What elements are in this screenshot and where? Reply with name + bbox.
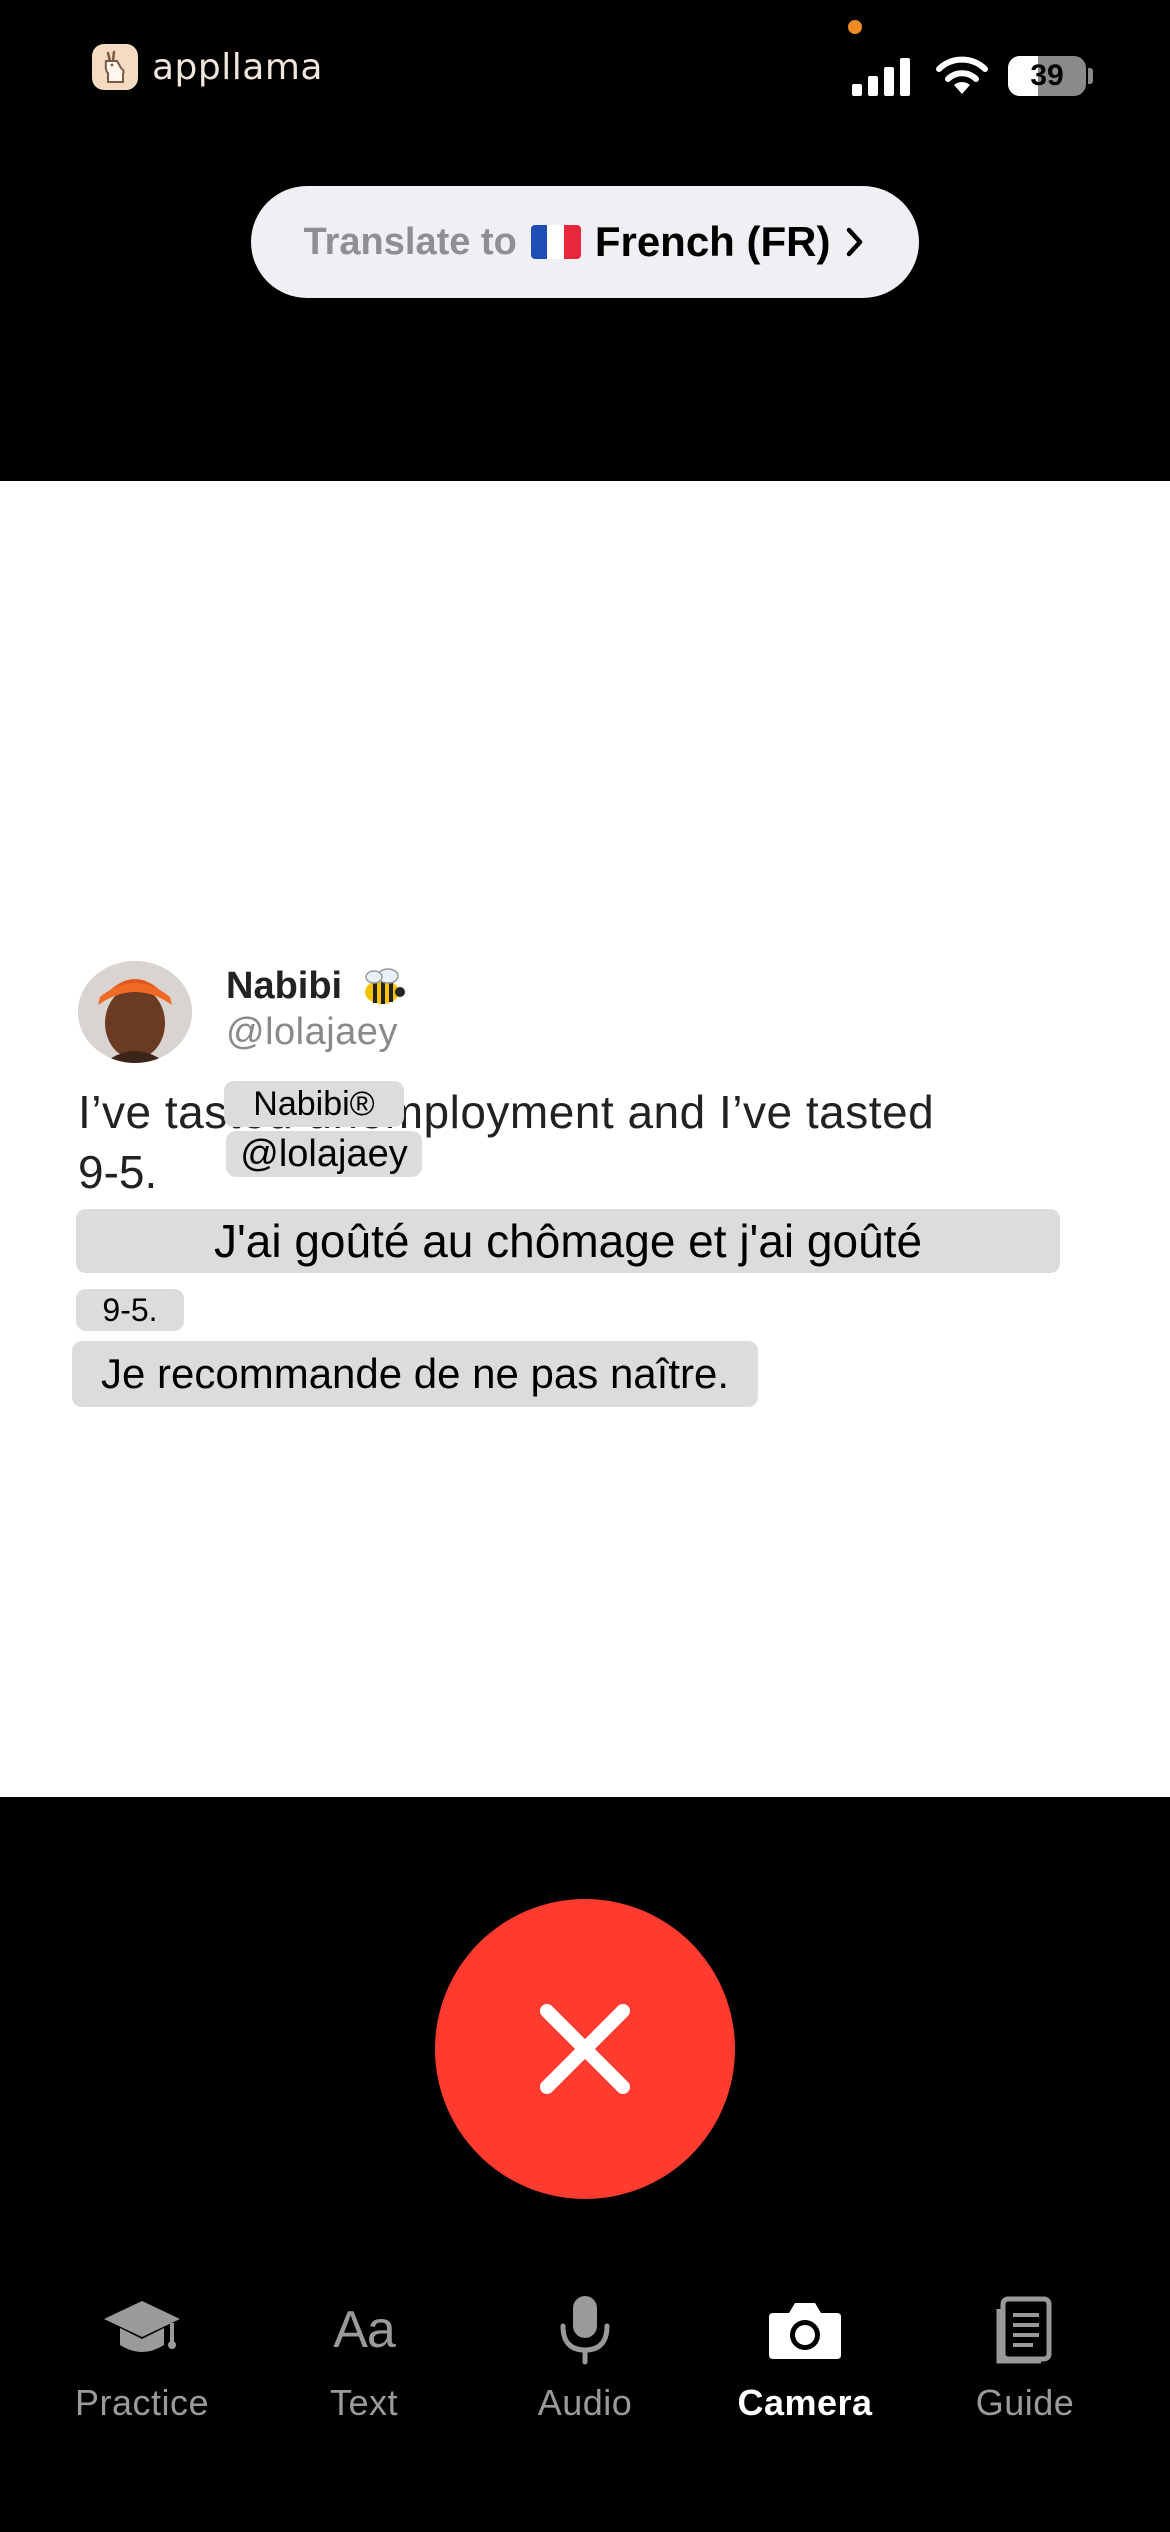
battery-percent: 39 [1030,59,1064,92]
app-name: appllama [152,46,323,88]
battery-icon: 39 [1008,56,1086,96]
chevron-right-icon [847,227,863,257]
france-flag-icon [530,225,581,259]
tab-camera[interactable]: Camera [705,2290,905,2450]
translation-overlay-name[interactable]: Nabibi® [224,1081,404,1127]
tab-practice[interactable]: Practice [42,2290,242,2450]
home-indicator-area [0,2490,1170,2500]
wifi-icon [936,56,988,94]
translation-overlay-line[interactable]: J'ai goûté au chômage et j'ai goûté [76,1209,1060,1273]
tab-label: Text [329,2382,399,2423]
book-icon [995,2290,1055,2370]
status-bar: appllama 39 [0,0,1170,150]
close-icon [540,2004,630,2094]
tweet-display-name: Nabibi [226,965,343,1007]
microphone-icon [555,2290,615,2370]
battery-cap [1088,68,1093,84]
text-aa-icon: Aa [333,2290,396,2370]
tweet-handle: @lolajaey [226,1011,398,1053]
camera-icon [767,2290,843,2370]
graduation-cap-icon [102,2290,182,2370]
tab-guide[interactable]: Guide [925,2290,1125,2450]
privacy-indicator-dot [848,20,862,34]
cancel-capture-button[interactable] [435,1899,735,2199]
translate-language-selector[interactable]: Translate to French (FR) [251,186,919,298]
tab-text[interactable]: Aa Text [264,2290,464,2450]
tweet-text-line: 9-5. [78,1146,158,1198]
screen: appllama 39 Translate to French (FR) Nab… [0,0,1170,2532]
translation-overlay-line[interactable]: 9-5. [76,1289,184,1331]
target-language: French (FR) [594,218,831,265]
tab-audio[interactable]: Audio [485,2290,685,2450]
app-badge[interactable]: appllama [92,44,323,90]
translation-overlay-handle[interactable]: @lolajaey [226,1131,422,1177]
tab-label: Guide [975,2382,1075,2423]
translate-prefix: Translate to [303,220,517,263]
text-aa-glyph: Aa [333,2301,396,2359]
translation-overlay-line[interactable]: Je recommande de ne pas naître. [72,1341,758,1407]
tab-label: Practice [74,2382,210,2423]
tab-label: Audio [537,2382,633,2423]
bee-icon [365,968,405,1004]
cellular-signal-icon [852,58,910,96]
tab-label: Camera [737,2382,873,2423]
camera-capture-preview: Nabibi @lolajaey I’ve tasted unemploymen… [0,481,1170,1797]
avatar [78,961,192,1063]
llama-logo-icon [92,44,138,90]
tweet-text-line: I’ve tasted unemployment and I’ve tasted [78,1086,935,1138]
tab-bar: Practice Aa Text Audio Camera Guide [0,2290,1170,2470]
